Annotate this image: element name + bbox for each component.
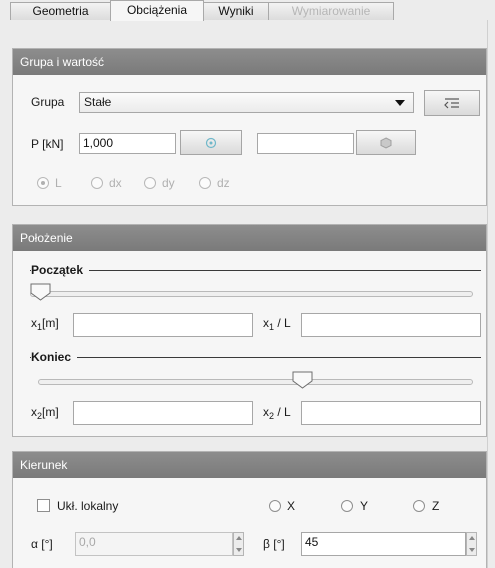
panel-header: Położenie — [13, 225, 486, 251]
x2l-label-unit: / L — [274, 405, 291, 419]
radio-l — [37, 177, 49, 189]
panel-header: Grupa i wartość — [13, 49, 486, 75]
radio-dx-label: dx — [109, 176, 122, 190]
tab-label: Geometria — [32, 4, 89, 18]
tab-obciazenia[interactable]: Obciążenia — [110, 0, 204, 21]
alpha-label: α [°] — [31, 537, 53, 551]
x2l-input[interactable] — [301, 401, 481, 425]
end-title: Koniec — [31, 350, 78, 364]
alpha-input: 0,0 — [75, 532, 233, 556]
tab-label: Wyniki — [218, 4, 254, 18]
radio-dy-label: dy — [162, 176, 175, 190]
radio-y-label: Y — [360, 499, 369, 513]
radio-y[interactable] — [341, 500, 353, 512]
vertical-scrollbar[interactable] — [487, 20, 495, 568]
radio-dz — [199, 177, 211, 189]
tab-wymiarowanie: Wymiarowanie — [268, 2, 394, 20]
x1-input[interactable] — [73, 313, 253, 337]
x2l-label: x2 / L — [263, 405, 291, 421]
p-value-input[interactable]: 1,000 — [79, 133, 176, 154]
x1-label: x1[m] — [31, 316, 59, 332]
beta-label: β [°] — [263, 537, 285, 551]
end-separator — [30, 357, 481, 358]
group-select-value: Stałe — [84, 95, 112, 109]
end-slider-thumb[interactable] — [292, 371, 314, 389]
group-list-button[interactable] — [424, 90, 480, 116]
x1-label-unit: [m] — [42, 316, 59, 330]
panel-header: Kierunek — [13, 452, 486, 478]
radio-dx — [91, 177, 103, 189]
group-value-panel: Grupa i wartość — [12, 48, 487, 206]
tab-wyniki[interactable]: Wyniki — [203, 2, 269, 20]
hexagon-icon — [380, 136, 392, 149]
start-slider-track[interactable] — [30, 291, 473, 297]
list-arrow-icon — [444, 98, 459, 109]
p-hexagon-button[interactable] — [356, 130, 416, 155]
alpha-spinner — [233, 532, 244, 556]
start-separator — [30, 270, 481, 271]
radio-x[interactable] — [269, 500, 281, 512]
group-select[interactable]: Stałe — [79, 92, 414, 113]
radio-z-label: Z — [432, 499, 440, 513]
x1l-label: x1 / L — [263, 316, 291, 332]
radio-x-label: X — [287, 499, 296, 513]
beta-input[interactable]: 45 — [301, 532, 466, 556]
local-system-label: Ukł. lokalny — [57, 499, 119, 513]
tab-label: Wymiarowanie — [291, 4, 371, 18]
radio-dz-label: dz — [217, 176, 230, 190]
group-label: Grupa — [31, 95, 65, 109]
x2-label: x2[m] — [31, 405, 59, 421]
radio-dy — [144, 177, 156, 189]
chevron-down-icon — [395, 100, 405, 106]
start-title: Początek — [31, 263, 90, 277]
snowflake-icon — [205, 137, 217, 148]
local-system-checkbox[interactable] — [37, 499, 50, 512]
tab-geometria[interactable]: Geometria — [10, 2, 111, 20]
beta-spinner[interactable] — [466, 532, 477, 556]
p-snowflake-button[interactable] — [180, 130, 242, 155]
p2-value-input[interactable] — [257, 133, 354, 154]
x2-label-unit: [m] — [42, 405, 59, 419]
x1l-label-unit: / L — [274, 316, 291, 330]
tab-bar: Geometria Obciążenia Wyniki Wymiarowanie — [0, 0, 495, 21]
x2-input[interactable] — [73, 401, 253, 425]
tab-label: Obciążenia — [126, 3, 188, 17]
x1l-input[interactable] — [301, 313, 481, 337]
p-label: P [kN] — [31, 137, 64, 151]
radio-z[interactable] — [413, 500, 425, 512]
radio-l-label: L — [55, 176, 62, 190]
end-slider-track[interactable] — [38, 379, 473, 385]
start-slider-thumb[interactable] — [30, 283, 52, 301]
